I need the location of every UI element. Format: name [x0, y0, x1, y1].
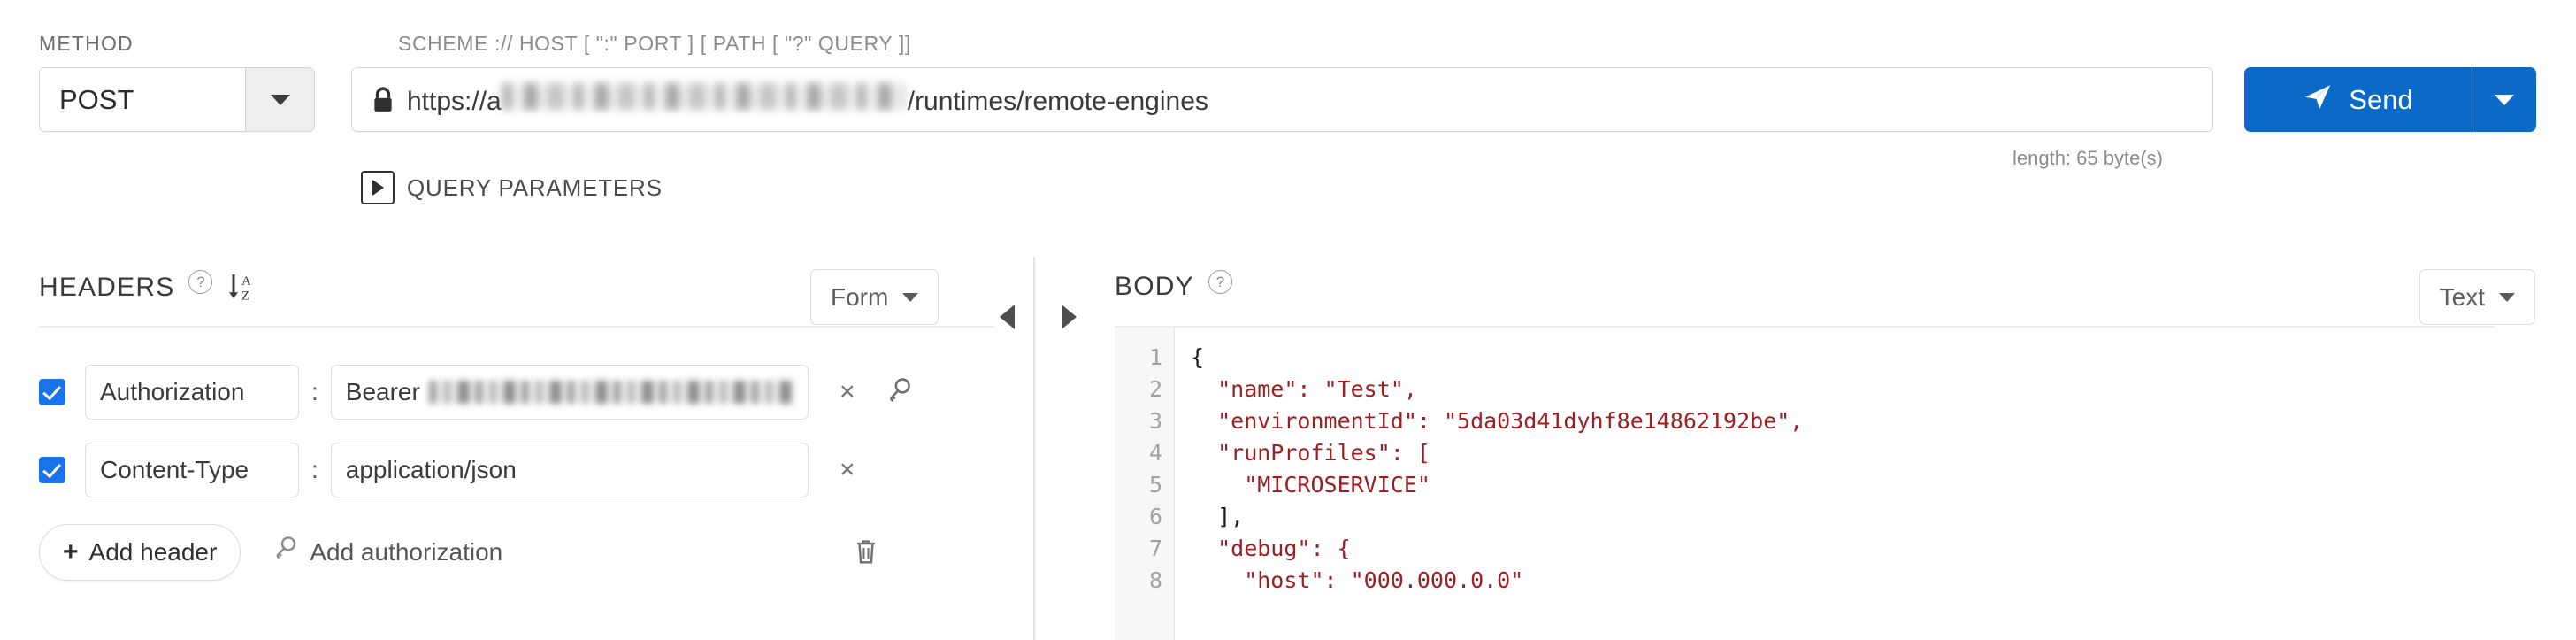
url-suffix: /runtimes/remote-engines	[907, 86, 1208, 116]
header-name-input[interactable]: Content-Type	[85, 443, 299, 497]
chevron-down-icon	[270, 94, 290, 105]
header-value-prefix: application/json	[345, 456, 517, 483]
query-parameters-label: QUERY PARAMETERS	[407, 173, 663, 201]
question-mark-icon[interactable]: ?	[188, 270, 213, 294]
headers-title: HEADERS	[39, 273, 175, 302]
code-line: "name": "Test",	[1191, 376, 1417, 402]
header-separator: :	[311, 378, 318, 405]
send-options-button[interactable]	[2472, 67, 2536, 132]
header-value-redacted-token	[428, 381, 796, 404]
url-input[interactable]: https://a /runtimes/remote-engines	[351, 67, 2213, 132]
code-line: "MICROSERVICE"	[1191, 472, 1430, 497]
close-icon[interactable]: ×	[830, 452, 865, 488]
line-number: 4	[1148, 440, 1162, 466]
header-enabled-checkbox[interactable]	[39, 457, 65, 483]
line-number: 6	[1148, 504, 1162, 529]
chevron-down-icon	[2499, 292, 2515, 302]
method-value: POST	[59, 83, 134, 115]
code-line: "environmentId": "5da03d41dyhf8e14862192…	[1191, 408, 1804, 434]
body-panel: BODY ? Text 1 2 3 4 5 6 7 8 { "name": "T…	[1035, 257, 2576, 640]
headers-actions-row: + Add header Add authorization	[39, 524, 994, 581]
body-title-row: BODY ?	[1115, 270, 1232, 302]
table-row: Authorization : Bearer ×	[39, 365, 916, 420]
svg-text:Z: Z	[242, 289, 249, 304]
question-mark-icon[interactable]: ?	[1208, 270, 1232, 294]
add-authorization-label: Add authorization	[310, 538, 503, 566]
key-icon[interactable]	[881, 374, 916, 410]
header-separator: :	[311, 456, 318, 483]
plus-icon: +	[63, 537, 79, 567]
send-button-main[interactable]: Send	[2244, 67, 2472, 132]
chevron-down-icon	[902, 292, 919, 302]
code-line: {	[1191, 344, 1205, 370]
send-button-label: Send	[2349, 83, 2413, 115]
method-dropdown-button[interactable]	[245, 68, 314, 131]
trash-icon[interactable]	[853, 537, 879, 567]
url-format-label: SCHEME :// HOST [ ":" PORT ] [ PATH [ "?…	[398, 32, 911, 55]
headers-view-mode-value: Form	[831, 282, 889, 311]
body-format-value: Text	[2439, 282, 2485, 311]
method-select[interactable]: POST	[39, 67, 315, 132]
body-editor[interactable]: 1 2 3 4 5 6 7 8 { "name": "Test", "envir…	[1115, 328, 2503, 640]
svg-text:A: A	[242, 274, 251, 289]
url-redacted-host	[501, 82, 904, 110]
headers-view-mode-select[interactable]: Form	[810, 269, 939, 325]
query-parameters-toggle[interactable]: QUERY PARAMETERS	[361, 171, 663, 204]
line-number: 8	[1148, 567, 1162, 593]
header-name-input[interactable]: Authorization	[85, 365, 299, 420]
paper-plane-icon	[2303, 81, 2333, 119]
editor-line-numbers: 1 2 3 4 5 6 7 8	[1115, 328, 1175, 640]
code-line: "runProfiles": [	[1191, 440, 1430, 466]
editor-code[interactable]: { "name": "Test", "environmentId": "5da0…	[1175, 328, 2503, 640]
key-icon	[272, 536, 297, 570]
headers-panel: HEADERS ? A Z Form Authorization : Beare	[0, 257, 1033, 640]
body-format-select[interactable]: Text	[2419, 269, 2535, 325]
request-detail-panels: HEADERS ? A Z Form Authorization : Beare	[0, 257, 2576, 640]
header-enabled-checkbox[interactable]	[39, 379, 65, 405]
chevron-down-icon	[2495, 94, 2514, 105]
url-prefix: https://a	[407, 86, 502, 116]
line-number: 1	[1148, 344, 1162, 370]
header-value-input[interactable]: application/json	[330, 443, 809, 497]
lock-icon	[372, 86, 395, 113]
line-number: 3	[1148, 408, 1162, 434]
body-title: BODY	[1115, 272, 1194, 301]
headers-underline	[39, 326, 994, 328]
url-length-note: length: 65 byte(s)	[2012, 147, 2163, 169]
code-line: "host": "000.000.0.0"	[1191, 567, 1524, 593]
add-authorization-button[interactable]: Add authorization	[272, 536, 502, 570]
add-header-label: Add header	[88, 538, 218, 566]
line-number: 5	[1148, 472, 1162, 497]
header-value-prefix: Bearer	[345, 378, 420, 405]
table-row: Content-Type : application/json ×	[39, 443, 865, 497]
add-header-button[interactable]: + Add header	[39, 524, 242, 581]
request-bar: METHOD SCHEME :// HOST [ ":" PORT ] [ PA…	[0, 0, 2576, 204]
collapse-left-icon[interactable]	[1000, 305, 1015, 329]
url-value: https://a /runtimes/remote-engines	[407, 82, 1208, 117]
line-number: 7	[1148, 536, 1162, 561]
line-number: 2	[1148, 376, 1162, 402]
method-label: METHOD	[39, 32, 134, 55]
send-button[interactable]: Send	[2244, 67, 2536, 132]
triangle-right-icon	[361, 171, 395, 204]
code-line: ],	[1191, 504, 1245, 529]
close-icon[interactable]: ×	[830, 374, 865, 410]
headers-title-row: HEADERS ? A Z	[39, 270, 257, 304]
sort-alpha-asc-icon[interactable]: A Z	[226, 272, 257, 304]
code-line: "debug": {	[1191, 536, 1351, 561]
header-value-input[interactable]: Bearer	[330, 365, 809, 420]
body-format-select-wrap: Text	[2419, 269, 2535, 325]
